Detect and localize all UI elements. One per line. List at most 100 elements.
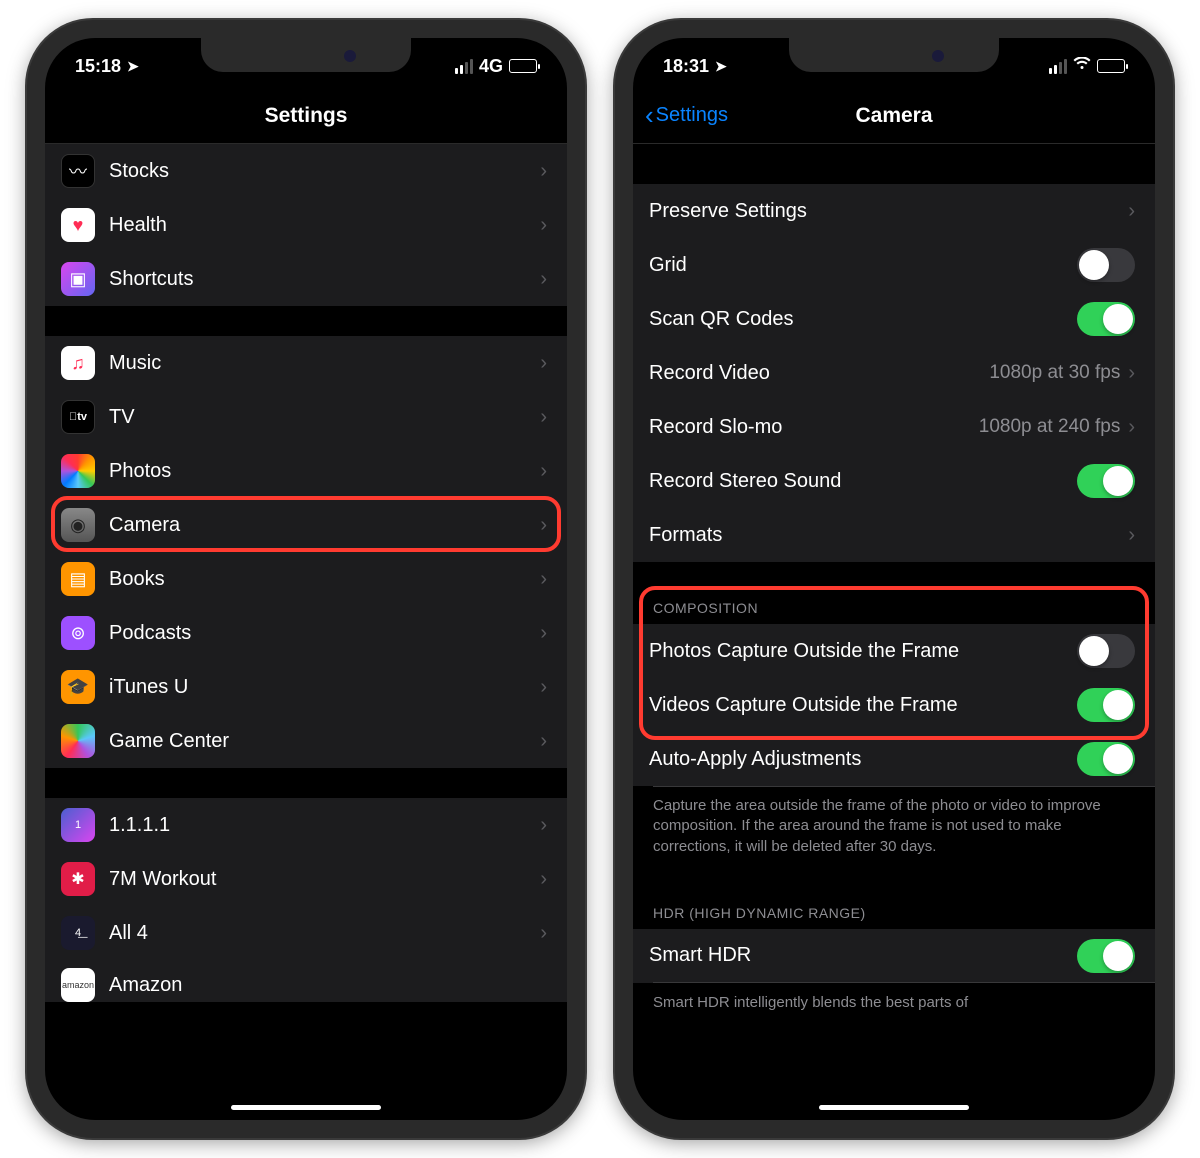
chevron-right-icon: › <box>1128 200 1135 223</box>
section-composition: COMPOSITION Photos Capture Outside the F… <box>633 592 1155 867</box>
row-label: Videos Capture Outside the Frame <box>649 694 1077 717</box>
row-books[interactable]: ▤ Books › <box>45 552 567 606</box>
row-photos[interactable]: Photos › <box>45 444 567 498</box>
toggle-stereo-sound[interactable] <box>1077 464 1135 498</box>
row-record-video[interactable]: Record Video 1080p at 30 fps › <box>633 346 1155 400</box>
row-all4[interactable]: 4͟ All 4 › <box>45 906 567 960</box>
row-label: Preserve Settings <box>649 200 1128 223</box>
row-smart-hdr[interactable]: Smart HDR <box>633 929 1155 983</box>
row-stereo-sound[interactable]: Record Stereo Sound <box>633 454 1155 508</box>
chevron-right-icon: › <box>540 268 547 291</box>
row-tv[interactable]: tv TV › <box>45 390 567 444</box>
chevron-right-icon: › <box>540 406 547 429</box>
podcasts-icon: ⊚ <box>61 616 95 650</box>
music-icon: ♫ <box>61 346 95 380</box>
stocks-icon: 〰 <box>61 154 95 188</box>
section-header-hdr: HDR (HIGH DYNAMIC RANGE) <box>633 897 1155 929</box>
row-label: Record Stereo Sound <box>649 470 1077 493</box>
settings-list[interactable]: 〰 Stocks › ♥ Health › ▣ Shortcuts › <box>45 144 567 1120</box>
toggle-auto-apply[interactable] <box>1077 742 1135 776</box>
shortcuts-icon: ▣ <box>61 262 95 296</box>
row-camera[interactable]: ◉ Camera › <box>45 498 567 552</box>
chevron-right-icon: › <box>540 922 547 945</box>
page-title: Settings <box>265 104 348 128</box>
chevron-right-icon: › <box>540 568 547 591</box>
row-photos-outside-frame[interactable]: Photos Capture Outside the Frame <box>633 624 1155 678</box>
chevron-right-icon: › <box>540 676 547 699</box>
row-label: Health <box>109 214 540 237</box>
row-7m[interactable]: ✱ 7M Workout › <box>45 852 567 906</box>
home-indicator[interactable] <box>231 1105 381 1110</box>
row-label: Books <box>109 568 540 591</box>
row-label: Photos <box>109 460 540 483</box>
section-footer-composition: Capture the area outside the frame of th… <box>633 786 1155 867</box>
row-label: Formats <box>649 524 1128 547</box>
chevron-right-icon: › <box>540 814 547 837</box>
home-indicator[interactable] <box>819 1105 969 1110</box>
row-label: 1.1.1.1 <box>109 814 540 837</box>
camera-settings-list[interactable]: Preserve Settings › Grid Scan QR Codes R… <box>633 144 1155 1120</box>
row-detail: 1080p at 240 fps <box>979 416 1121 438</box>
row-1111[interactable]: 1 1.1.1.1 › <box>45 798 567 852</box>
wifi-icon <box>1073 57 1091 76</box>
row-label: TV <box>109 406 540 429</box>
row-label: Record Slo-mo <box>649 416 979 439</box>
notch <box>789 38 999 72</box>
back-button[interactable]: ‹ Settings <box>645 100 728 131</box>
row-auto-apply[interactable]: Auto-Apply Adjustments <box>633 732 1155 786</box>
back-label: Settings <box>656 104 728 127</box>
nav-bar: Settings <box>45 88 567 144</box>
row-label: All 4 <box>109 922 540 945</box>
row-shortcuts[interactable]: ▣ Shortcuts › <box>45 252 567 306</box>
row-preserve-settings[interactable]: Preserve Settings › <box>633 184 1155 238</box>
location-icon: ➤ <box>127 58 139 75</box>
app-7m-icon: ✱ <box>61 862 95 896</box>
status-time: 15:18 <box>75 56 121 77</box>
row-label: Record Video <box>649 362 989 385</box>
chevron-right-icon: › <box>1128 416 1135 439</box>
row-amazon[interactable]: amazon Amazon <box>45 960 567 1002</box>
toggle-photos-outside-frame[interactable] <box>1077 634 1135 668</box>
screen-settings: 15:18 ➤ 4G Settings 〰 Stocks › ♥ <box>45 38 567 1120</box>
toggle-smart-hdr[interactable] <box>1077 939 1135 973</box>
row-formats[interactable]: Formats › <box>633 508 1155 562</box>
chevron-right-icon: › <box>540 160 547 183</box>
row-stocks[interactable]: 〰 Stocks › <box>45 144 567 198</box>
chevron-right-icon: › <box>540 214 547 237</box>
chevron-right-icon: › <box>1128 524 1135 547</box>
toggle-grid[interactable] <box>1077 248 1135 282</box>
row-videos-outside-frame[interactable]: Videos Capture Outside the Frame <box>633 678 1155 732</box>
row-label: Scan QR Codes <box>649 308 1077 331</box>
app-1111-icon: 1 <box>61 808 95 842</box>
section-group: 〰 Stocks › ♥ Health › ▣ Shortcuts › <box>45 144 567 306</box>
row-grid[interactable]: Grid <box>633 238 1155 292</box>
section-group: 1 1.1.1.1 › ✱ 7M Workout › 4͟ All 4 › am… <box>45 798 567 1002</box>
page-title: Camera <box>855 104 932 128</box>
row-scan-qr[interactable]: Scan QR Codes <box>633 292 1155 346</box>
row-label: Podcasts <box>109 622 540 645</box>
row-music[interactable]: ♫ Music › <box>45 336 567 390</box>
chevron-right-icon: › <box>540 730 547 753</box>
row-record-slomo[interactable]: Record Slo-mo 1080p at 240 fps › <box>633 400 1155 454</box>
phone-right: 18:31 ➤ ‹ Settings Camera Preserv <box>615 20 1173 1138</box>
status-right: 4G <box>455 56 537 77</box>
row-podcasts[interactable]: ⊚ Podcasts › <box>45 606 567 660</box>
phone-left: 15:18 ➤ 4G Settings 〰 Stocks › ♥ <box>27 20 585 1138</box>
chevron-right-icon: › <box>540 460 547 483</box>
row-health[interactable]: ♥ Health › <box>45 198 567 252</box>
row-label: Amazon <box>109 974 547 997</box>
row-itunesu[interactable]: 🎓 iTunes U › <box>45 660 567 714</box>
chevron-left-icon: ‹ <box>645 100 654 131</box>
camera-icon: ◉ <box>61 508 95 542</box>
toggle-scan-qr[interactable] <box>1077 302 1135 336</box>
screen-camera-settings: 18:31 ➤ ‹ Settings Camera Preserv <box>633 38 1155 1120</box>
section-group: ♫ Music › tv TV › Photos › ◉ Camera <box>45 336 567 768</box>
toggle-videos-outside-frame[interactable] <box>1077 688 1135 722</box>
photos-icon <box>61 454 95 488</box>
section-footer-hdr: Smart HDR intelligently blends the best … <box>633 983 1155 1013</box>
row-gamecenter[interactable]: Game Center › <box>45 714 567 768</box>
gamecenter-icon <box>61 724 95 758</box>
row-detail: 1080p at 30 fps <box>989 362 1120 384</box>
row-label: iTunes U <box>109 676 540 699</box>
chevron-right-icon: › <box>1128 362 1135 385</box>
